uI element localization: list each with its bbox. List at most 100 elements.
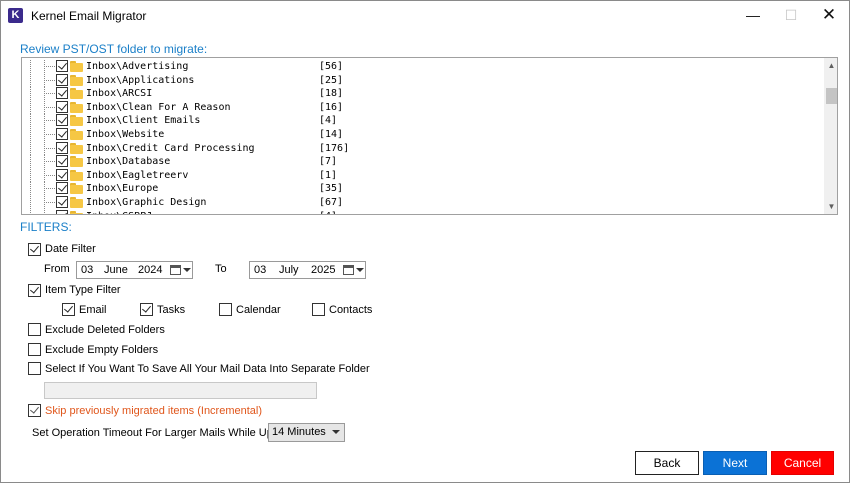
from-date-picker[interactable]: 03 June 2024 bbox=[76, 261, 193, 279]
date-filter-label: Date Filter bbox=[45, 243, 96, 255]
folder-checkbox[interactable] bbox=[56, 87, 68, 100]
separate-folder-input[interactable] bbox=[44, 382, 317, 399]
tree-connector-line bbox=[30, 73, 31, 87]
folder-checkbox[interactable] bbox=[56, 100, 68, 113]
folder-checkbox[interactable] bbox=[56, 182, 68, 195]
timeout-dropdown-arrow-icon[interactable] bbox=[332, 430, 340, 434]
folder-item-count: [35] bbox=[319, 183, 344, 195]
tree-connector-line bbox=[30, 182, 31, 196]
folder-item-count: [16] bbox=[319, 101, 344, 113]
to-year[interactable]: 2025 bbox=[311, 262, 335, 278]
tree-connector-line bbox=[46, 87, 56, 101]
tree-connector-line bbox=[30, 141, 31, 155]
tree-connector-line bbox=[46, 128, 56, 141]
folder-item-count: [4] bbox=[319, 115, 338, 127]
back-button[interactable]: Back bbox=[635, 451, 699, 475]
from-dropdown-arrow-icon[interactable] bbox=[183, 268, 191, 272]
to-month[interactable]: July bbox=[279, 262, 299, 278]
tree-connector-line bbox=[44, 155, 45, 169]
tasks-checkbox[interactable] bbox=[140, 303, 153, 316]
tree-connector-line bbox=[44, 100, 45, 114]
to-date-picker[interactable]: 03 July 2025 bbox=[249, 261, 366, 279]
to-calendar-icon[interactable] bbox=[343, 265, 354, 275]
from-calendar-icon[interactable] bbox=[170, 265, 181, 275]
folder-checkbox[interactable] bbox=[56, 141, 68, 154]
folder-name: Inbox\Europe bbox=[86, 183, 159, 195]
folder-tree-row[interactable]: Inbox\Database [7] bbox=[22, 155, 822, 169]
tree-connector-line bbox=[30, 100, 31, 114]
review-folders-label: Review PST/OST folder to migrate: bbox=[20, 42, 208, 56]
from-day[interactable]: 03 bbox=[81, 262, 93, 278]
folder-tree-row[interactable]: Inbox\ARCSI [18] bbox=[22, 87, 822, 101]
folder-icon bbox=[70, 74, 83, 86]
folder-tree-row[interactable]: Inbox\Europe [35] bbox=[22, 182, 822, 196]
folder-name: Inbox\Credit Card Processing bbox=[86, 142, 255, 154]
tree-vertical-scrollbar[interactable]: ▲ ▼ bbox=[824, 58, 837, 214]
folder-tree-row[interactable]: Inbox\Advertising [56] bbox=[22, 60, 822, 73]
maximize-button[interactable]: ☐ bbox=[772, 1, 810, 31]
folder-tree-row[interactable]: Inbox\Client Emails [4] bbox=[22, 114, 822, 128]
to-day[interactable]: 03 bbox=[254, 262, 266, 278]
scroll-thumb[interactable] bbox=[826, 88, 837, 104]
window-title: Kernel Email Migrator bbox=[31, 9, 147, 23]
folder-checkbox[interactable] bbox=[56, 209, 68, 214]
exclude-deleted-checkbox[interactable] bbox=[28, 323, 41, 336]
cancel-button[interactable]: Cancel bbox=[771, 451, 834, 475]
tree-connector-line bbox=[46, 168, 56, 182]
folder-tree[interactable]: Inbox\Advertising [56] Inbox\Applications [… bbox=[21, 57, 838, 215]
folder-icon bbox=[70, 88, 83, 100]
tree-connector-line bbox=[46, 73, 56, 87]
folder-tree-row[interactable]: Inbox\Applications [25] bbox=[22, 73, 822, 87]
skip-migrated-checkbox[interactable] bbox=[28, 404, 41, 417]
exclude-empty-checkbox[interactable] bbox=[28, 343, 41, 356]
folder-checkbox[interactable] bbox=[56, 155, 68, 168]
next-button[interactable]: Next bbox=[703, 451, 767, 475]
folder-item-count: [18] bbox=[319, 88, 344, 100]
email-checkbox[interactable] bbox=[62, 303, 75, 316]
tree-connector-line bbox=[44, 128, 45, 141]
scroll-down-arrow-icon[interactable]: ▼ bbox=[824, 199, 837, 214]
folder-checkbox[interactable] bbox=[56, 128, 68, 140]
contacts-checkbox[interactable] bbox=[312, 303, 325, 316]
filters-label: FILTERS: bbox=[20, 220, 72, 234]
from-year[interactable]: 2024 bbox=[138, 262, 162, 278]
tree-connector-line bbox=[46, 182, 56, 196]
item-type-filter-label: Item Type Filter bbox=[45, 284, 121, 296]
tree-connector-line bbox=[46, 209, 56, 214]
folder-name: Inbox\Database bbox=[86, 156, 171, 168]
date-filter-checkbox[interactable] bbox=[28, 243, 41, 256]
to-dropdown-arrow-icon[interactable] bbox=[356, 268, 364, 272]
item-type-filter-checkbox[interactable] bbox=[28, 284, 41, 297]
folder-tree-row[interactable]: Inbox\Website [14] bbox=[22, 128, 822, 141]
tree-connector-line bbox=[44, 168, 45, 182]
folder-item-count: [7] bbox=[319, 156, 338, 168]
separate-folder-checkbox[interactable] bbox=[28, 362, 41, 375]
folder-icon bbox=[70, 142, 83, 154]
folder-checkbox[interactable] bbox=[56, 60, 68, 72]
folder-tree-row[interactable]: Inbox\Clean For A Reason [16] bbox=[22, 100, 822, 114]
folder-tree-row[interactable]: Inbox\Graphic Design [67] bbox=[22, 196, 822, 209]
tree-connector-line bbox=[46, 114, 56, 128]
tree-connector-line bbox=[30, 128, 31, 141]
folder-checkbox[interactable] bbox=[56, 73, 68, 86]
tree-connector-line bbox=[30, 168, 31, 182]
folder-tree-row[interactable]: Inbox\Eagletreerv [1] bbox=[22, 168, 822, 182]
folder-icon bbox=[70, 61, 83, 72]
from-label: From bbox=[44, 263, 70, 275]
folder-item-count: [1] bbox=[319, 169, 338, 181]
calendar-checkbox[interactable] bbox=[219, 303, 232, 316]
tree-connector-line bbox=[30, 196, 31, 209]
folder-checkbox[interactable] bbox=[56, 114, 68, 127]
close-button[interactable]: ✕ bbox=[810, 1, 848, 31]
contacts-label: Contacts bbox=[329, 304, 373, 316]
scroll-up-arrow-icon[interactable]: ▲ bbox=[824, 58, 837, 73]
timeout-select[interactable]: 14 Minutes bbox=[268, 423, 345, 442]
tree-connector-line bbox=[30, 60, 31, 73]
folder-checkbox[interactable] bbox=[56, 168, 68, 181]
folder-checkbox[interactable] bbox=[56, 196, 68, 208]
folder-tree-row[interactable]: Inbox\GSBPJ [4] bbox=[22, 209, 822, 214]
folder-tree-row[interactable]: Inbox\Credit Card Processing [176] bbox=[22, 141, 822, 155]
minimize-button[interactable]: — bbox=[734, 1, 772, 31]
from-month[interactable]: June bbox=[104, 262, 128, 278]
tree-connector-line bbox=[44, 196, 45, 209]
